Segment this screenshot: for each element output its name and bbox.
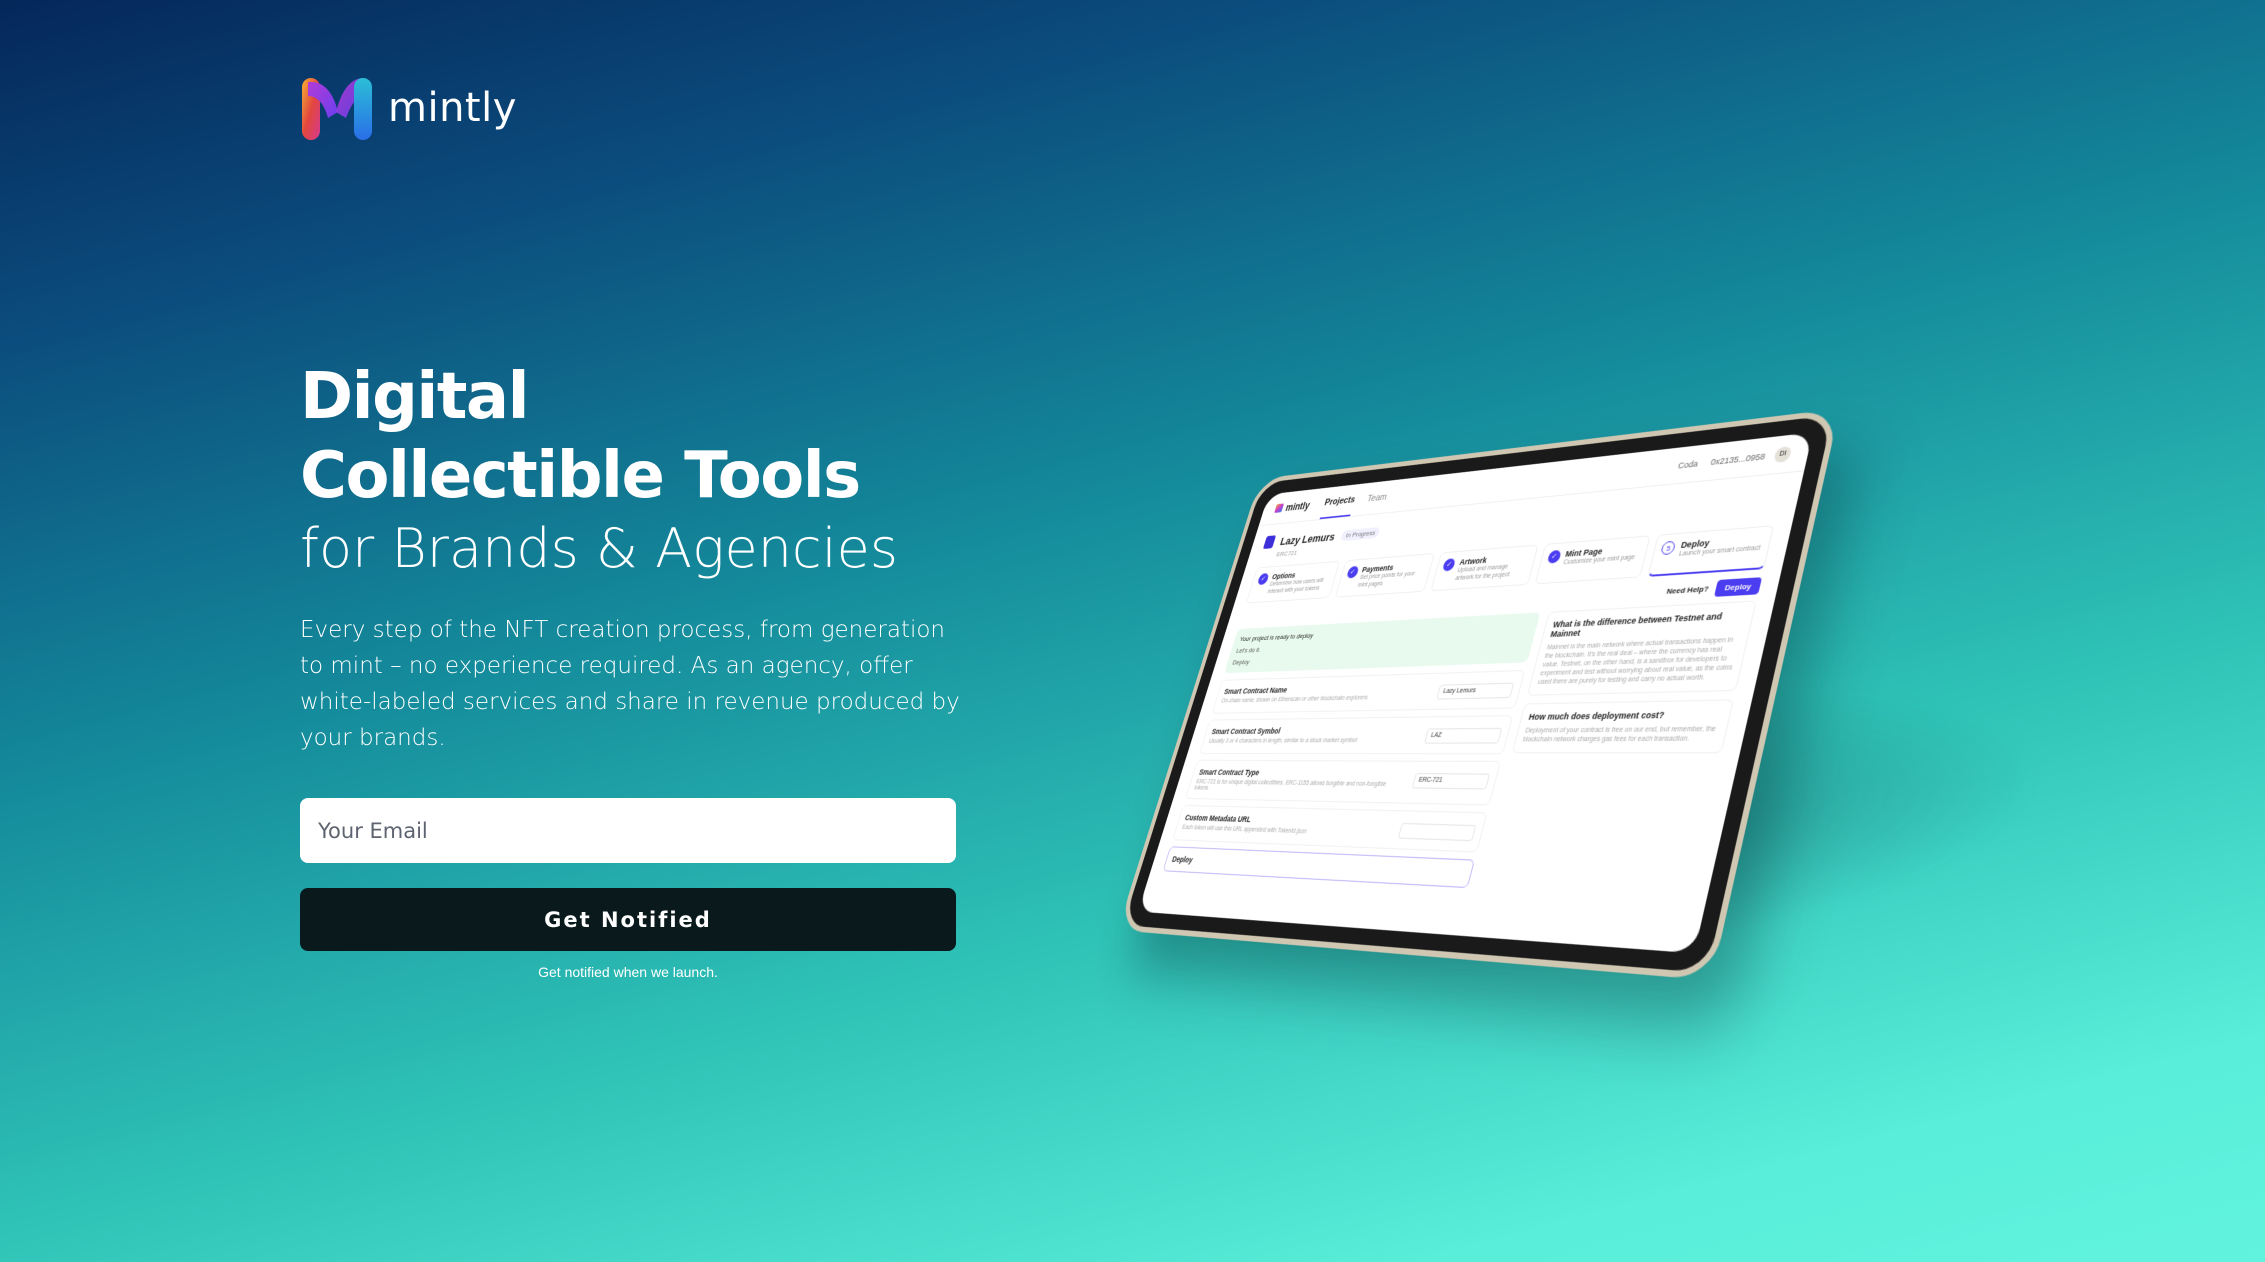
tab-team: Team (1365, 491, 1389, 504)
bottom-deploy-label: Deploy (1171, 854, 1194, 865)
faq-answer: Mainnet is the main network where actual… (1537, 636, 1734, 686)
need-help-link: Need Help? (1665, 584, 1710, 596)
step-deploy: 5 Deploy Launch your smart contract (1647, 525, 1775, 577)
email-input[interactable] (300, 798, 956, 863)
hero-description: Every step of the NFT creation process, … (300, 617, 960, 751)
launch-hint: Get notified when we launch. (538, 964, 718, 980)
get-notified-button[interactable]: Get Notified (300, 888, 956, 951)
field-desc: ERC-721 is for unique digital collectibl… (1193, 778, 1387, 792)
mintly-logo-icon (302, 78, 372, 140)
form-column: Your project is ready to deploy Let's do… (1161, 612, 1541, 895)
faq-answer: Deployment of your contract is free on o… (1522, 725, 1717, 744)
hero-section: Digital Collectible Tools for Brands & A… (300, 358, 1000, 756)
contract-name-field: Smart Contract Name On-chain name, shown … (1211, 670, 1526, 714)
tablet-device: mintly Projects Team Coda 0x2135...0958 … (1117, 408, 1840, 981)
step-options: ✓ Options Determine how users will interac… (1245, 560, 1340, 604)
field-desc: On-chain name, shown on Etherscan or oth… (1220, 694, 1369, 705)
step-number: 5 (1660, 540, 1677, 556)
step-payments: ✓ Payments Set price points for your mint … (1334, 553, 1436, 598)
hero-title-line2: Collectible Tools (300, 439, 861, 513)
step-artwork: ✓ Artwork Upload and manage artwork for th… (1430, 544, 1539, 592)
status-badge: In Progress (1340, 526, 1382, 541)
contract-symbol-field: Smart Contract Symbol Usually 3 or 4 char… (1199, 715, 1514, 755)
brand-name: mintly (388, 85, 517, 131)
project-icon (1262, 535, 1277, 550)
field-desc: Usually 3 or 4 characters in length, sim… (1208, 737, 1358, 745)
app-logo: mintly (1274, 499, 1312, 514)
hero-title-line1: Digital (300, 360, 530, 434)
check-icon: ✓ (1256, 572, 1270, 586)
faq-item: What is the difference between Testnet a… (1526, 600, 1757, 696)
step-mint-page: ✓ Mint Page Customize your mint page (1534, 535, 1652, 585)
field-value: LAZ (1424, 727, 1503, 744)
check-icon: ✓ (1546, 549, 1562, 564)
tablet-mockup: mintly Projects Team Coda 0x2135...0958 … (1090, 408, 1840, 981)
workspace-selector: Coda (1677, 458, 1700, 470)
app-name: mintly (1284, 499, 1312, 514)
field-value: ERC-721 (1411, 773, 1491, 790)
app-logo-icon (1274, 503, 1285, 513)
deploy-button: Deploy (1714, 577, 1763, 597)
contract-type-field: Smart Contract Type ERC-721 is for unique… (1185, 759, 1502, 806)
faq-question: What is the difference between Testnet a… (1549, 611, 1724, 639)
tablet-screen: mintly Projects Team Coda 0x2135...0958 … (1137, 432, 1813, 954)
bottom-deploy-panel: Deploy (1162, 846, 1476, 889)
project-name: Lazy Lemurs (1278, 529, 1337, 548)
faq-question: How much does deployment cost? (1527, 709, 1666, 722)
ready-banner: Your project is ready to deploy Let's do… (1224, 612, 1541, 674)
app-body: Your project is ready to deploy Let's do… (1147, 593, 1776, 916)
tab-projects: Projects (1319, 484, 1360, 519)
faq-item: How much does deployment cost? Deployment… (1511, 699, 1734, 754)
check-icon: ✓ (1441, 558, 1457, 572)
check-icon: ✓ (1345, 565, 1360, 579)
wallet-address: 0x2135...0958 (1709, 451, 1767, 467)
field-value (1397, 822, 1477, 842)
avatar: DI (1773, 445, 1793, 463)
field-value: Lazy Lemurs (1436, 682, 1515, 700)
brand-logo[interactable]: mintly (300, 72, 517, 144)
hero-subtitle: for Brands & Agencies (300, 517, 898, 580)
metadata-url-field: Custom Metadata URL Each token will use t… (1172, 804, 1488, 853)
